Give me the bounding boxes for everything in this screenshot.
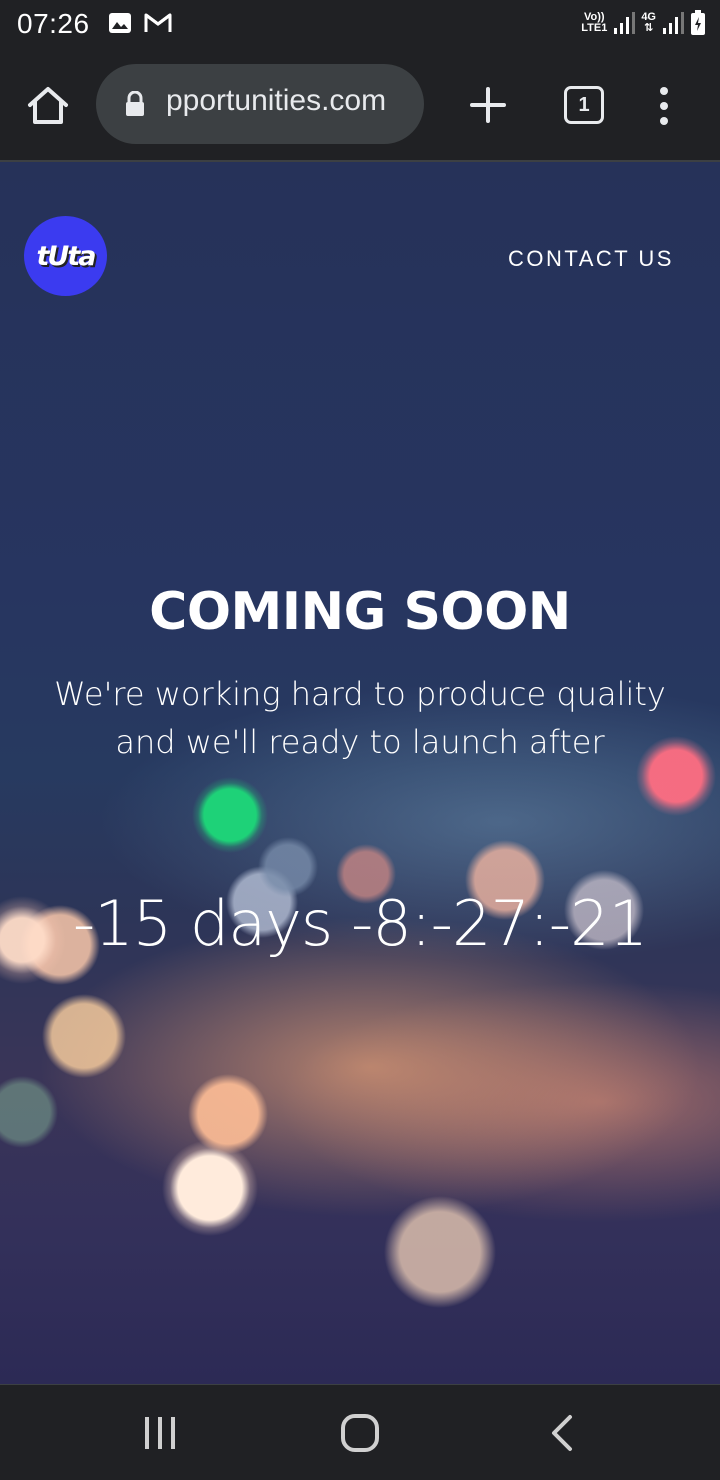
page-title: COMING SOON (149, 582, 571, 642)
status-bar: 07:26 Vo)) LTE1 4G ⇅ (0, 0, 720, 50)
logo-text: tUta (36, 240, 97, 272)
home-circle-icon[interactable] (340, 1413, 380, 1453)
subtitle-line-1: We're working hard to produce quality (54, 675, 666, 713)
plus-icon[interactable] (468, 83, 508, 127)
more-vert-icon[interactable] (656, 86, 672, 126)
status-time: 07:26 (17, 8, 90, 39)
back-icon[interactable] (546, 1413, 576, 1453)
logo[interactable]: tUta (24, 216, 107, 296)
url-text: pportunities.com (166, 84, 387, 117)
status-left-icons (108, 12, 172, 34)
subtitle-line-2: and we'll ready to launch after (115, 723, 605, 761)
home-icon[interactable] (26, 83, 70, 127)
browser-toolbar: pportunities.com 1 (0, 50, 720, 160)
network-4g-indicator: 4G ⇅ (641, 11, 656, 34)
volte-indicator: Vo)) LTE1 (581, 11, 608, 34)
status-right: Vo)) LTE1 4G ⇅ (581, 10, 706, 36)
contact-us-link[interactable]: CONTACT US (508, 246, 674, 272)
subtitle: We're working hard to produce quality an… (30, 670, 690, 766)
signal-icon (663, 12, 684, 34)
lock-icon (126, 91, 144, 116)
system-navigation-bar (0, 1384, 720, 1480)
gmail-icon (144, 13, 172, 32)
coming-soon-page: tUta CONTACT US COMING SOON We're workin… (0, 162, 720, 1384)
signal-icon (614, 12, 636, 34)
tabs-icon[interactable]: 1 (564, 86, 604, 124)
image-icon (109, 13, 131, 33)
countdown-timer: -15 days -8:-27:-21 (72, 887, 648, 960)
recents-icon[interactable] (142, 1415, 178, 1451)
battery-charging-icon (691, 10, 705, 35)
address-bar[interactable]: pportunities.com (96, 64, 424, 144)
